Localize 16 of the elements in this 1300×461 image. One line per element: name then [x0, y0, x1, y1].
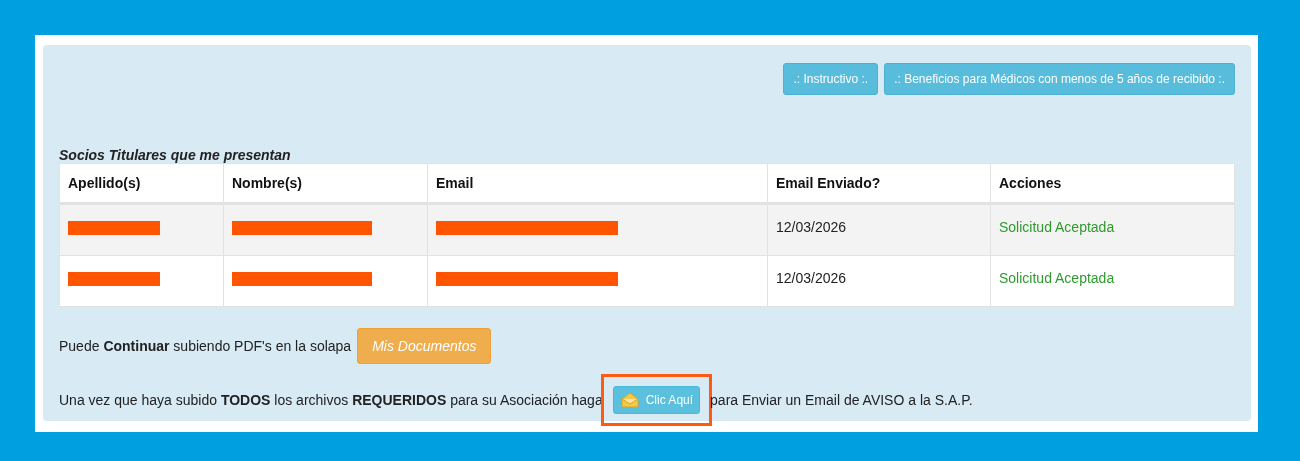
- column-header: Email Enviado?: [776, 173, 881, 193]
- table-cell: 12/03/2026: [776, 270, 847, 286]
- column-header: Acciones: [999, 173, 1062, 193]
- column-header: Nombre(s): [232, 173, 302, 193]
- documents-button[interactable]: Mis Documentos: [357, 328, 492, 364]
- table-caption: Socios Titulares que me presentan: [59, 147, 292, 163]
- status-text: Solicitud Aceptada: [999, 270, 1115, 286]
- envelope-icon: [619, 391, 640, 409]
- link-button[interactable]: .: Instructivo :.: [783, 63, 879, 95]
- column-header: Email: [436, 173, 474, 193]
- link-button[interactable]: .: Beneficios para Médicos con menos de 5 años de recibido :.: [884, 63, 1235, 95]
- column-header: Apellido(s): [68, 173, 141, 193]
- instruction-text: Puede Continuar subiendo PDF's en la solapa: [59, 336, 352, 356]
- table-cell: 12/03/2026: [776, 219, 847, 235]
- status-text: Solicitud Aceptada: [999, 219, 1115, 235]
- click-here-button[interactable]: Clic Aquí: [612, 386, 701, 414]
